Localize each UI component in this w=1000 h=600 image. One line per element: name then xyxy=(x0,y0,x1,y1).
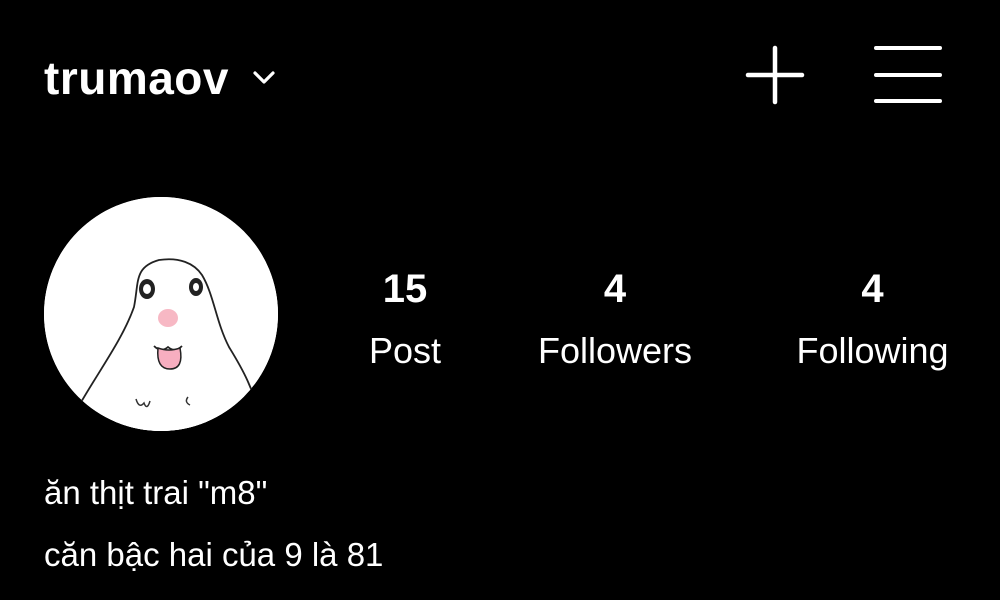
followers-count: 4 xyxy=(603,267,627,311)
bio-line: căn bậc hai của 9 là 81 xyxy=(44,536,384,573)
username: trumaov xyxy=(44,52,229,104)
avatar[interactable] xyxy=(44,197,278,431)
following-label: Following xyxy=(796,330,949,371)
followers-label: Followers xyxy=(537,330,693,371)
posts-stat[interactable]: 15 Post xyxy=(345,262,465,376)
account-switcher[interactable]: trumaov xyxy=(44,48,277,108)
posts-label: Post xyxy=(368,330,442,371)
plus-icon xyxy=(745,45,805,105)
followers-stat[interactable]: 4 Followers xyxy=(520,262,710,376)
following-count: 4 xyxy=(861,267,884,311)
chevron-down-icon xyxy=(251,65,277,91)
bio-line: ăn thịt trai "m8" xyxy=(44,474,268,511)
posts-count: 15 xyxy=(382,267,428,311)
hamster-avatar-image xyxy=(44,197,278,431)
profile-bio: ăn thịt trai "m8" căn bậc hai của 9 là 8… xyxy=(44,462,383,586)
hamburger-menu-icon xyxy=(874,46,942,103)
menu-button[interactable] xyxy=(868,40,948,110)
profile-header: trumaov xyxy=(0,0,1000,150)
create-button[interactable] xyxy=(742,42,808,108)
following-stat[interactable]: 4 Following xyxy=(775,262,970,376)
